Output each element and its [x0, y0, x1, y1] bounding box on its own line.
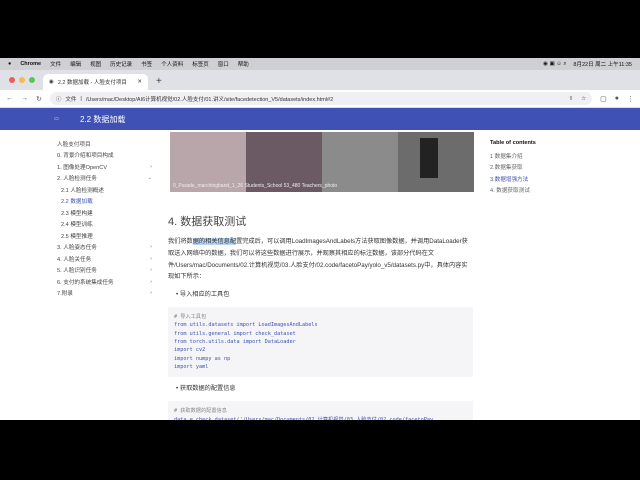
menu-icon[interactable]: ⋮: [627, 95, 634, 103]
chevron-icon[interactable]: ›: [150, 279, 152, 285]
toc-item[interactable]: 2.数据集获取: [490, 163, 536, 175]
apple-icon[interactable]: ●: [8, 61, 11, 67]
menu-item[interactable]: 编辑: [70, 60, 81, 68]
nav-item-label: 7.附录: [57, 291, 73, 298]
nav-item[interactable]: 7.附录 ›: [57, 288, 152, 300]
nav-item-label: 3. 人脸姿态任务: [57, 245, 97, 252]
back-icon[interactable]: ←: [6, 95, 13, 102]
nav-item-label: 2.5 模型推理: [61, 233, 93, 240]
nav-item-label: 2.4 模型训练: [61, 222, 93, 229]
chevron-icon[interactable]: ›: [150, 267, 152, 273]
url-input[interactable]: ⓘ 文件 | /Users/mac/Desktop/AI6计算机视觉/02.人脸支…: [49, 92, 593, 105]
nav-item-label: 2.1 人脸检测概述: [61, 187, 104, 194]
sidebar-icon[interactable]: ▢: [600, 95, 607, 103]
profile-icon[interactable]: ●: [615, 95, 619, 102]
bullet-item: • 导入相应的工具包: [176, 291, 230, 299]
table-of-contents: Table of contents 1 数据集介绍 2.数据集获取 3.数据增强方法…: [490, 140, 536, 198]
nav-item[interactable]: 1. 图像处理OpenCV ›: [57, 161, 152, 173]
menu-item[interactable]: 历史记录: [110, 60, 132, 68]
url-prefix: 文件: [65, 96, 77, 103]
code-line: # 获取数据的配置信息: [174, 408, 227, 415]
code-line: # 导入工具包: [174, 314, 207, 321]
bookmark-star-icon[interactable]: ☆: [581, 96, 586, 102]
share-icon[interactable]: ⇧: [569, 96, 574, 102]
favicon-icon: ◉: [49, 79, 54, 85]
nav-item-label: 4. 人脸关任务: [57, 256, 92, 263]
menu-item[interactable]: 标签页: [192, 60, 209, 68]
code-line: import yaml: [174, 363, 209, 370]
text-selection: 据的相关信息配: [192, 238, 237, 245]
browser-tab[interactable]: ◉ 2.2 数据加载 - 人脸支付项目 ✕: [43, 74, 148, 90]
nav-item-label: 6. 支付的系统集成任务: [57, 279, 114, 286]
code-line: import numpy as np: [174, 355, 231, 362]
forward-icon[interactable]: →: [21, 95, 28, 102]
close-tab-icon[interactable]: ✕: [137, 79, 142, 85]
section-heading: 4. 数据获取测试: [168, 216, 247, 228]
chevron-icon[interactable]: ›: [150, 256, 152, 262]
url-text: /Users/mac/Desktop/AI6计算机视觉/02.人脸支付/01.讲…: [85, 96, 334, 103]
image-caption: 0_Parade_marchingband_1_26 Students_Scho…: [173, 183, 338, 189]
toc-item[interactable]: 1 数据集介绍: [490, 152, 536, 164]
menu-item[interactable]: 帮助: [238, 60, 249, 68]
nav-item[interactable]: 2.2 数据加载: [57, 196, 152, 208]
menu-item[interactable]: 文件: [50, 60, 61, 68]
toc-item[interactable]: 3.数据增强方法: [490, 175, 536, 187]
menu-item[interactable]: 书签: [141, 60, 152, 68]
bullet-item: • 获取数据的配置信息: [176, 385, 236, 393]
toc-title: Table of contents: [490, 140, 536, 146]
sidebar-nav: 人脸支付项目 0. 背景介绍和项目构成 1. 图像处理OpenCV › 2. 人脸检测任…: [57, 138, 152, 299]
logo-icon[interactable]: ▭: [54, 116, 66, 122]
code-line: data = check_dataset('/Users/mac/Documen…: [174, 416, 434, 420]
tab-title: 2.2 数据加载 - 人脸支付项目: [57, 80, 127, 86]
nav-item-label: 1. 图像处理OpenCV: [57, 164, 108, 171]
tab-bar: ◉ 2.2 数据加载 - 人脸支付项目 ✕ +: [0, 70, 640, 90]
nav-item[interactable]: 2.1 人脸检测概述: [57, 184, 152, 196]
nav-item[interactable]: 2. 人脸检测任务 ⌄: [57, 173, 152, 185]
nav-item-label: 2. 人脸检测任务: [57, 176, 97, 183]
nav-item[interactable]: 2.5 模型推理: [57, 230, 152, 242]
new-tab-button[interactable]: +: [156, 76, 162, 87]
nav-item[interactable]: 5. 人脸识别任务 ›: [57, 265, 152, 277]
code-line: from utils.datasets import LoadImagesAnd…: [174, 322, 318, 329]
toc-item[interactable]: 4. 数据获取测试: [490, 186, 536, 198]
clock: 8月22日 周二 上午11:35: [573, 62, 632, 68]
nav-item[interactable]: 2.3 模型构建: [57, 207, 152, 219]
code-block[interactable]: # 获取数据的配置信息 data = check_dataset('/Users/…: [168, 401, 473, 420]
chevron-icon[interactable]: ›: [150, 244, 152, 250]
paragraph: 我们将数据的相关信息配置完成后，可以调用LoadImagesAndLabels方…: [168, 238, 468, 281]
nav-item-label: 人脸支付项目: [57, 141, 91, 148]
chevron-icon[interactable]: ⌄: [147, 175, 152, 181]
nav-item[interactable]: 6. 支付的系统集成任务 ›: [57, 276, 152, 288]
address-bar-row: ← → ↻ ⓘ 文件 | /Users/mac/Desktop/AI6计算机视觉/…: [0, 90, 640, 108]
chevron-icon[interactable]: ›: [150, 290, 152, 296]
nav-item-label: 5. 人脸识别任务: [57, 268, 97, 275]
code-line: import cv2: [174, 347, 206, 354]
nav-item[interactable]: 人脸支付项目: [57, 138, 152, 150]
nav-item[interactable]: 3. 人脸姿态任务 ›: [57, 242, 152, 254]
menu-app[interactable]: Chrome: [20, 61, 41, 67]
nav-item[interactable]: 2.4 模型训练: [57, 219, 152, 231]
window-controls[interactable]: [9, 77, 35, 83]
reload-icon[interactable]: ↻: [36, 95, 42, 103]
menu-item[interactable]: 窗口: [218, 60, 229, 68]
nav-item-label: 2.3 模型构建: [61, 210, 93, 217]
site-header: ▭ 2.2 数据加载: [0, 108, 640, 130]
mac-menubar: ● Chrome 文件 编辑 视图 历史记录 书签 个人资料 标签页 窗口 帮助 ◉ ▣ ☺ ⌕…: [0, 58, 640, 70]
nav-item-label: 2.2 数据加载: [61, 199, 93, 206]
main-content: 4. 数据获取测试 我们将数据的相关信息配置完成后，可以调用LoadImages…: [168, 213, 473, 420]
nav-item[interactable]: 4. 人脸关任务 ›: [57, 253, 152, 265]
page-title: 2.2 数据加载: [80, 114, 126, 124]
code-block[interactable]: # 导入工具包 from utils.datasets import LoadIm…: [168, 307, 473, 378]
code-line: from utils.general import check_dataset: [174, 330, 296, 337]
code-line: from torch.utils.data import DataLoader: [174, 339, 296, 346]
nav-item[interactable]: 0. 背景介绍和项目构成: [57, 150, 152, 162]
chevron-icon[interactable]: ›: [150, 164, 152, 170]
nav-item-label: 0. 背景介绍和项目构成: [57, 153, 114, 160]
menu-item[interactable]: 视图: [90, 60, 101, 68]
status-icons[interactable]: ◉ ▣ ☺ ⌕: [543, 61, 566, 68]
info-icon: ⓘ: [55, 96, 62, 103]
screen: ● Chrome 文件 编辑 视图 历史记录 书签 个人资料 标签页 窗口 帮助 ◉ ▣ ☺ ⌕…: [0, 58, 640, 420]
menu-item[interactable]: 个人资料: [161, 60, 183, 68]
